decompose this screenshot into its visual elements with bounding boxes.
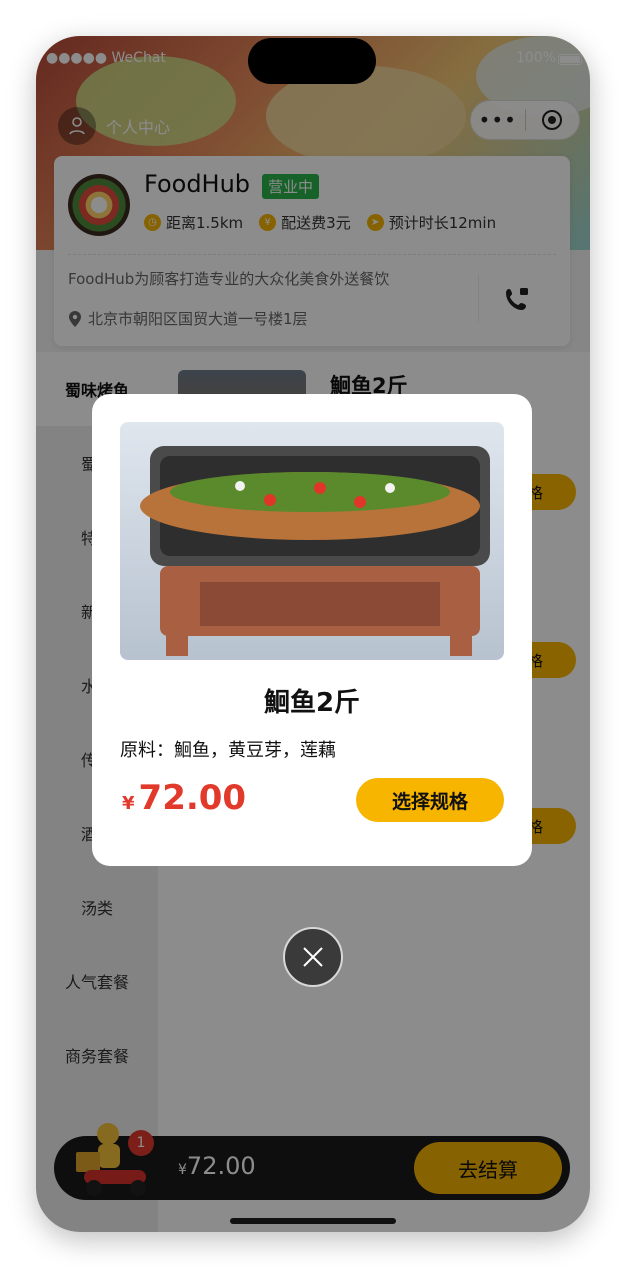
- close-modal-button[interactable]: [283, 927, 343, 987]
- phone-screen: ●●●●● WeChat 100% 个人中心 ••• FoodHub 营业中 ◷…: [36, 36, 590, 1232]
- dish-photo: [120, 422, 504, 660]
- dish-detail-modal: 鮰鱼2斤 原料：鮰鱼，黄豆芽，莲藕 ¥72.00 选择规格: [92, 394, 532, 866]
- modal-price-value: 72.00: [138, 778, 247, 818]
- home-indicator[interactable]: [230, 1218, 396, 1224]
- select-spec-button[interactable]: 选择规格: [356, 778, 504, 822]
- close-icon: [303, 947, 323, 967]
- modal-ingredients: 原料：鮰鱼，黄豆芽，莲藕: [120, 740, 336, 761]
- modal-currency: ¥: [122, 793, 135, 814]
- modal-dish-title: 鮰鱼2斤: [263, 688, 361, 718]
- modal-price: ¥72.00: [122, 778, 246, 818]
